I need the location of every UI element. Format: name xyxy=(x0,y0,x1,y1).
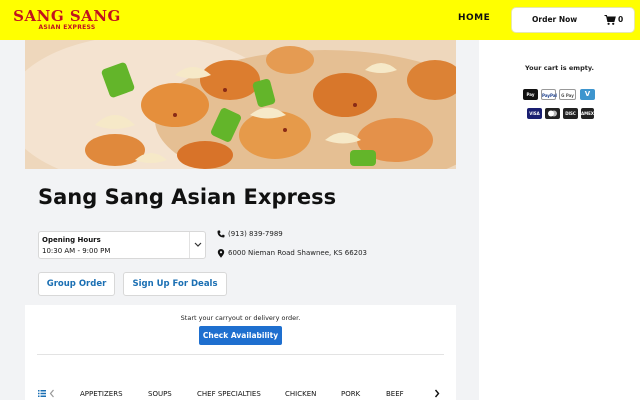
category-tab[interactable]: CHEF SPECIALTIES xyxy=(197,390,261,398)
hero-food-image xyxy=(25,40,456,169)
category-tab[interactable]: APPETIZERS xyxy=(80,390,123,398)
top-header: SANG SANG ASIAN EXPRESS HOME Order Now 0 xyxy=(0,0,640,40)
category-tab[interactable]: SOUPS xyxy=(148,390,172,398)
phone-number[interactable]: (913) 839-7989 xyxy=(228,230,283,238)
cart-sidebar: Your cart is empty. Pay PayPal G Pay V V… xyxy=(479,40,640,400)
paypal-icon: PayPal xyxy=(541,89,557,100)
divider xyxy=(37,354,444,355)
phone-icon xyxy=(217,230,225,238)
mastercard-icon xyxy=(545,108,560,119)
chevron-left-icon[interactable] xyxy=(49,389,55,398)
category-nav: APPETIZERS SOUPS CHEF SPECIALTIES CHICKE… xyxy=(25,387,456,400)
menu-list-icon[interactable] xyxy=(38,390,46,397)
category-tab[interactable]: CHICKEN xyxy=(285,390,316,398)
shopping-cart-icon xyxy=(604,15,616,25)
order-now-button[interactable]: Order Now 0 xyxy=(512,8,634,32)
opening-hours-dropdown[interactable]: Opening Hours 10:30 AM - 9:00 PM xyxy=(38,231,206,259)
check-availability-button[interactable]: Check Availability xyxy=(199,326,282,345)
category-tab[interactable]: BEEF xyxy=(386,390,404,398)
discover-icon: DISC xyxy=(563,108,578,119)
opening-hours-label: Opening Hours xyxy=(42,236,101,244)
order-start-section: Start your carryout or delivery order. C… xyxy=(25,305,456,400)
map-pin-icon xyxy=(217,249,225,258)
restaurant-name: Sang Sang Asian Express xyxy=(38,185,337,209)
chevron-down-icon xyxy=(189,232,205,258)
restaurant-logo[interactable]: SANG SANG ASIAN EXPRESS xyxy=(12,8,122,32)
nav-home-link[interactable]: HOME xyxy=(458,13,490,23)
visa-icon: VISA xyxy=(527,108,542,119)
chevron-right-icon[interactable] xyxy=(434,389,440,398)
amex-icon: AMEX xyxy=(581,108,594,119)
cart-empty-message: Your cart is empty. xyxy=(525,64,594,72)
order-prompt-text: Start your carryout or delivery order. xyxy=(180,314,301,322)
apple-pay-icon: Pay xyxy=(523,89,538,100)
sign-up-deals-button[interactable]: Sign Up For Deals xyxy=(123,272,227,296)
cart-count: 0 xyxy=(618,15,624,24)
group-order-button[interactable]: Group Order xyxy=(38,272,115,296)
venmo-icon: V xyxy=(580,89,595,100)
category-tab[interactable]: PORK xyxy=(341,390,360,398)
logo-subtitle: ASIAN EXPRESS xyxy=(38,24,96,31)
google-pay-icon: G Pay xyxy=(559,89,576,100)
cashew-chicken-photo xyxy=(25,40,456,169)
opening-hours-value: 10:30 AM - 9:00 PM xyxy=(42,247,111,255)
restaurant-address[interactable]: 6000 Nieman Road Shawnee, KS 66203 xyxy=(228,249,367,257)
main-content: Sang Sang Asian Express Opening Hours 10… xyxy=(25,40,456,400)
order-now-label: Order Now xyxy=(532,15,578,24)
logo-title: SANG SANG xyxy=(13,7,121,25)
